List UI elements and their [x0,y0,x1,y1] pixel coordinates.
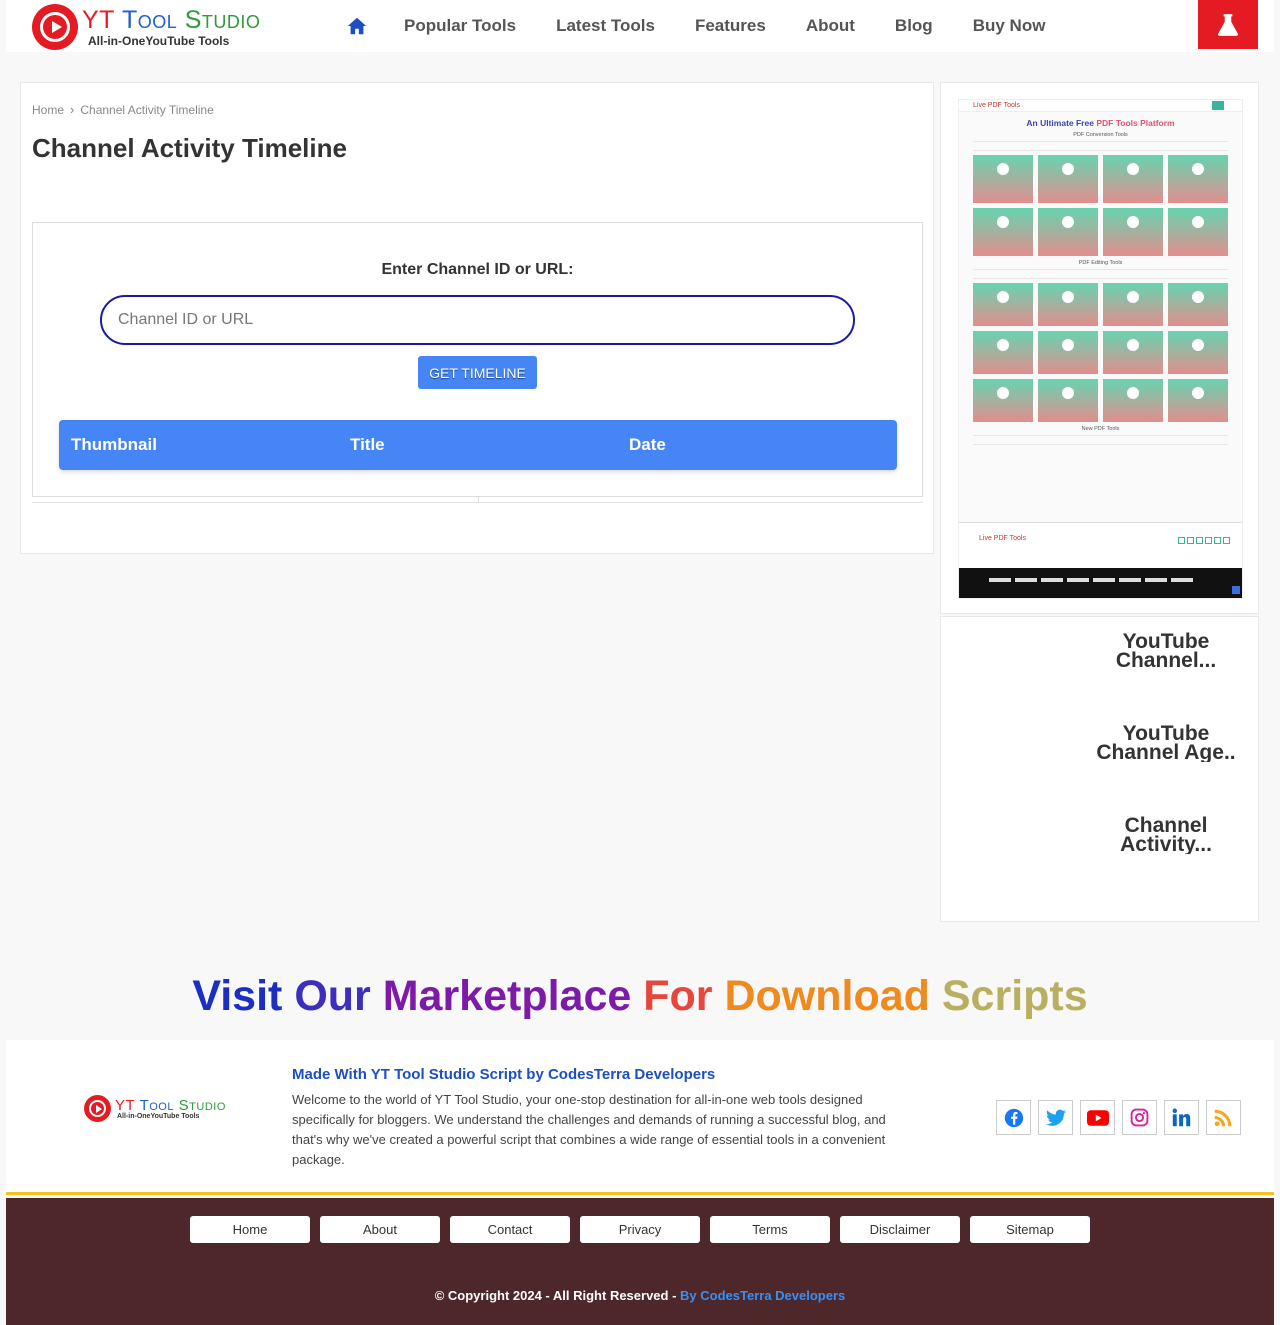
footer-link-about[interactable]: About [320,1216,440,1243]
timeline-table-header: Thumbnail Title Date [59,420,897,470]
scroll-top-icon [1232,586,1240,594]
play-logo-icon [84,1095,111,1122]
breadcrumb-home[interactable]: Home [32,103,64,117]
channel-input-label: Enter Channel ID or URL: [381,261,574,278]
tool-form: Enter Channel ID or URL: GET TIMELINE Th… [32,222,923,497]
linkedin-icon[interactable] [1164,1100,1199,1135]
site-header: YT Tool Studio All-in-OneYouTube Tools P… [6,0,1274,52]
twitter-icon[interactable] [1038,1100,1073,1135]
footer-logo-tagline: All-in-OneYouTube Tools [117,1112,200,1120]
sidebar-ad: Live PDF Tools An Ultimate Free PDF Tool… [940,82,1259,614]
rss-icon[interactable] [1206,1100,1241,1135]
breadcrumb: Home › Channel Activity Timeline [32,102,214,117]
main-content: Home › Channel Activity Timeline Channel… [20,82,934,554]
youtube-icon[interactable] [1080,1100,1115,1135]
footer-link-terms[interactable]: Terms [710,1216,830,1243]
sidebar-tool-channel-activity[interactable]: Channel Activity... [1091,816,1241,854]
social-links [996,1100,1241,1135]
search-icon [1212,101,1224,110]
preview-title: An Ultimate Free PDF Tools Platform [1026,118,1175,128]
nav-blog[interactable]: Blog [895,16,933,36]
theme-toggle-button[interactable] [1198,0,1258,49]
nav-latest-tools[interactable]: Latest Tools [556,16,655,36]
footer-link-contact[interactable]: Contact [450,1216,570,1243]
main-nav: Popular Tools Latest Tools Features Abou… [344,0,1085,52]
footer-info: YT Tool Studio All-in-OneYouTube Tools M… [6,1040,1274,1195]
sidebar-tool-channel-age[interactable]: YouTube Channel Age.. [1091,724,1241,762]
footer-bottom: Home About Contact Privacy Terms Disclai… [6,1198,1274,1325]
sidebar-tool-list: YouTube Channel... YouTube Channel Age.. C… [940,616,1259,922]
nav-popular-tools[interactable]: Popular Tools [404,16,516,36]
nav-about[interactable]: About [806,16,855,36]
pdf-tools-preview-image[interactable]: Live PDF Tools An Ultimate Free PDF Tool… [958,99,1243,599]
preview-section: PDF Editing Tools [1078,260,1123,266]
breadcrumb-current: Channel Activity Timeline [80,102,214,117]
footer-link-sitemap[interactable]: Sitemap [970,1216,1090,1243]
facebook-icon[interactable] [996,1100,1031,1135]
logo-tagline: All-in-OneYouTube Tools [88,33,230,48]
page-title: Channel Activity Timeline [32,133,347,163]
play-logo-icon [32,4,78,50]
flask-icon [1218,13,1238,36]
marketplace-banner[interactable]: Visit Our Marketplace For Download Scrip… [0,972,1280,1021]
chevron-right-icon: › [70,102,75,117]
footer-logo[interactable]: YT Tool Studio All-in-OneYouTube Tools [84,1095,226,1122]
site-logo[interactable]: YT Tool Studio All-in-OneYouTube Tools [32,4,260,50]
preview-footer-brand: Live PDF Tools [979,535,1026,542]
column-date: Date [629,435,666,454]
sidebar-tool-channel[interactable]: YouTube Channel... [1091,632,1241,670]
column-title: Title [350,435,385,454]
divider [32,502,923,503]
nav-features[interactable]: Features [695,16,766,36]
footer-link-privacy[interactable]: Privacy [580,1216,700,1243]
get-timeline-button[interactable]: GET TIMELINE [418,356,537,389]
column-thumbnail: Thumbnail [71,435,157,454]
copyright: © Copyright 2024 - All Right Reserved - … [434,1288,846,1303]
instagram-icon[interactable] [1122,1100,1157,1135]
logo-title: YT Tool Studio [82,5,261,34]
footer-logo-title: YT Tool Studio [115,1096,226,1114]
channel-id-input[interactable] [100,295,855,345]
footer-links: Home About Contact Privacy Terms Disclai… [190,1216,1090,1243]
nav-buy-now[interactable]: Buy Now [973,16,1046,36]
footer-made-title[interactable]: Made With YT Tool Studio Script by Codes… [292,1066,715,1083]
preview-brand: Live PDF Tools [973,102,1020,109]
footer-link-home[interactable]: Home [190,1216,310,1243]
preview-section: PDF Conversion Tools [1073,132,1128,138]
copyright-author-link[interactable]: By CodesTerra Developers [680,1288,845,1303]
footer-description: Welcome to the world of YT Tool Studio, … [292,1092,886,1167]
home-icon[interactable] [346,15,368,37]
preview-section: New PDF Tools [1081,426,1120,432]
footer-link-disclaimer[interactable]: Disclaimer [840,1216,960,1243]
